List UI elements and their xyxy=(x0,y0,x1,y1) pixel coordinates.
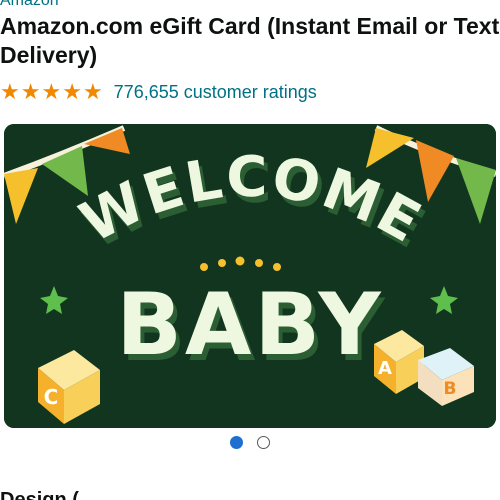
star-rating[interactable]: ★ ★ ★ ★ ★ xyxy=(0,81,103,103)
brand-link[interactable]: Amazon xyxy=(0,0,59,11)
product-title: Amazon.com eGift Card (Instant Email or … xyxy=(0,13,500,68)
carousel-dot-2[interactable] xyxy=(257,436,270,449)
star-icon: ★ xyxy=(20,79,41,104)
design-section-heading: Design ( xyxy=(0,490,79,500)
ratings-count-link[interactable]: 776,655 customer ratings xyxy=(114,82,317,103)
block-b-label: B xyxy=(444,379,457,399)
block-a-label: A xyxy=(378,358,392,379)
card-line-2: BABY xyxy=(116,275,383,375)
star-icon: ★ xyxy=(62,79,82,104)
carousel-dot-1[interactable] xyxy=(230,436,243,449)
rating-row[interactable]: ★ ★ ★ ★ ★ 776,655 customer ratings xyxy=(0,80,317,104)
gift-card-artwork: WELCOME WELCOME BABY BABY C A B xyxy=(4,124,496,428)
carousel-indicator xyxy=(0,436,500,449)
star-icon: ★ xyxy=(82,79,103,104)
block-c-label: C xyxy=(44,385,59,409)
gift-card-image[interactable]: WELCOME WELCOME BABY BABY C A B xyxy=(4,124,496,428)
star-icon: ★ xyxy=(0,79,20,104)
star-icon: ★ xyxy=(41,79,62,104)
